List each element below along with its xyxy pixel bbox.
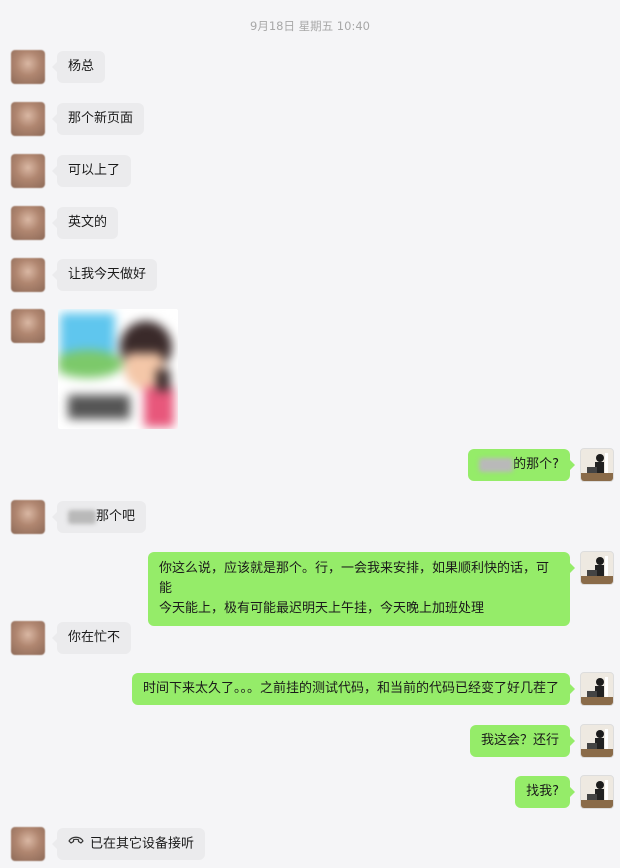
redacted-text xyxy=(479,457,514,472)
person-at-desk-icon xyxy=(581,776,613,808)
message-bubble[interactable]: 那个吧 xyxy=(51,501,147,533)
message-text: 的那个? xyxy=(513,457,559,472)
phone-icon xyxy=(68,828,84,860)
my-avatar[interactable] xyxy=(580,775,614,809)
message-bubble[interactable]: 那个新页面 xyxy=(51,103,145,135)
my-avatar[interactable] xyxy=(580,448,614,482)
contact-avatar[interactable] xyxy=(11,154,45,188)
my-avatar[interactable] xyxy=(580,672,614,706)
message-line: 今天能上，极有可能最迟明天上午挂，今天晚上加班处理 xyxy=(159,601,485,616)
message-bubble[interactable]: 我这会？还行 xyxy=(469,725,576,757)
person-at-desk-icon xyxy=(581,725,613,757)
contact-avatar[interactable] xyxy=(11,102,45,136)
message-line: 你这么说，应该就是那个。行，一会我来安排，如果顺利快的话，可能 xyxy=(159,561,550,596)
contact-avatar[interactable] xyxy=(11,206,45,240)
message-bubble[interactable]: 你在忙不 xyxy=(51,622,132,654)
contact-avatar[interactable] xyxy=(11,500,45,534)
message-bubble[interactable]: 时间下来太久了。。。之前挂的测试代码，和当前的代码已经变了好几茬了 xyxy=(131,673,576,705)
contact-avatar[interactable] xyxy=(11,621,45,655)
contact-avatar[interactable] xyxy=(11,309,45,343)
contact-avatar[interactable] xyxy=(11,258,45,292)
message-text: 那个吧 xyxy=(96,509,136,524)
image-message[interactable] xyxy=(58,309,178,429)
person-at-desk-icon xyxy=(581,449,613,481)
person-at-desk-icon xyxy=(581,552,613,584)
my-avatar[interactable] xyxy=(580,551,614,585)
redacted-text xyxy=(68,509,96,524)
message-bubble[interactable]: 的那个? xyxy=(468,449,575,481)
message-bubble[interactable]: 杨总 xyxy=(51,51,106,83)
message-bubble[interactable]: 找我? xyxy=(515,776,575,808)
contact-avatar[interactable] xyxy=(11,50,45,84)
my-avatar[interactable] xyxy=(580,724,614,758)
message-bubble[interactable]: 可以上了 xyxy=(51,155,132,187)
call-record-bubble[interactable]: 已在其它设备接听 xyxy=(51,828,206,860)
contact-avatar[interactable] xyxy=(11,827,45,861)
cartoon-girl-image xyxy=(58,309,178,429)
message-bubble[interactable]: 你这么说，应该就是那个。行，一会我来安排，如果顺利快的话，可能 今天能上，极有可… xyxy=(148,552,575,626)
person-at-desk-icon xyxy=(581,673,613,705)
message-bubble[interactable]: 让我今天做好 xyxy=(51,259,158,291)
call-record-text: 已在其它设备接听 xyxy=(90,836,195,852)
timestamp: 9月18日 星期五 10:40 xyxy=(250,19,370,33)
message-bubble[interactable]: 英文的 xyxy=(51,207,119,239)
